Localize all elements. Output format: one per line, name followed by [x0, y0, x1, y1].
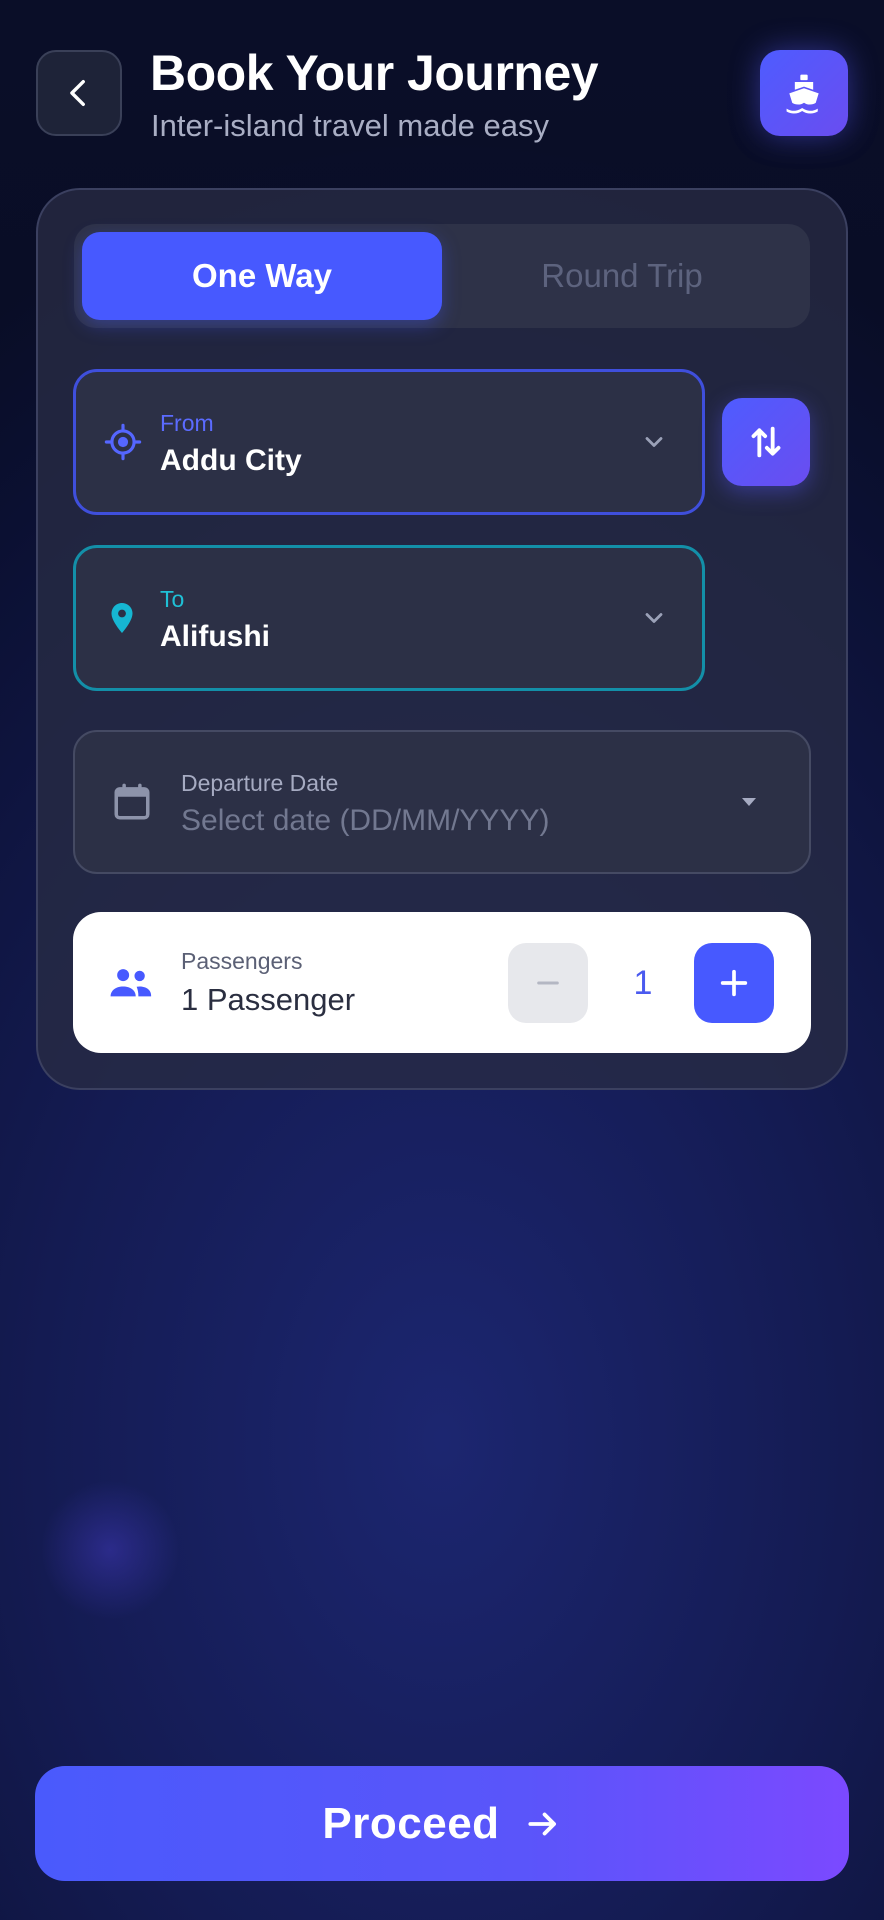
- people-icon: [109, 966, 153, 1000]
- caret-down-icon: [739, 795, 759, 809]
- to-label: To: [160, 586, 185, 612]
- from-select[interactable]: From Addu City: [73, 369, 705, 515]
- proceed-button[interactable]: Proceed: [35, 1766, 849, 1881]
- departure-date-label: Departure Date: [181, 770, 339, 796]
- to-value: Alifushi: [160, 620, 270, 653]
- decrease-passengers-button[interactable]: [508, 943, 588, 1023]
- from-label: From: [160, 410, 214, 436]
- chevron-down-icon: [640, 604, 668, 632]
- passengers-summary: 1 Passenger: [181, 982, 356, 1017]
- gps-target-icon: [104, 423, 142, 461]
- swap-icon: [746, 422, 786, 462]
- back-arrow-icon: [62, 76, 96, 110]
- minus-icon: [532, 967, 564, 999]
- ship-icon: [782, 71, 826, 115]
- ferry-button[interactable]: [760, 50, 848, 136]
- plus-icon: [717, 966, 751, 1000]
- from-value: Addu City: [160, 444, 302, 477]
- calendar-icon: [111, 780, 153, 824]
- location-pin-icon: [104, 599, 140, 637]
- departure-date-placeholder: Select date (DD/MM/YYYY): [181, 804, 550, 837]
- increase-passengers-button[interactable]: [694, 943, 774, 1023]
- swap-locations-button[interactable]: [722, 398, 810, 486]
- tab-one-way[interactable]: One Way: [82, 232, 442, 320]
- page-title: Book Your Journey: [150, 45, 599, 101]
- page-subtitle: Inter-island travel made easy: [151, 108, 550, 143]
- background-orb: [40, 1480, 180, 1620]
- trip-type-toggle: One Way Round Trip: [74, 224, 810, 328]
- passenger-count: 1: [633, 963, 653, 1002]
- to-select[interactable]: To Alifushi: [73, 545, 705, 691]
- chevron-down-icon: [640, 428, 668, 456]
- tab-round-trip[interactable]: Round Trip: [442, 232, 802, 320]
- back-button[interactable]: [36, 50, 122, 136]
- proceed-label: Proceed: [322, 1798, 500, 1848]
- passengers-card: Passengers 1 Passenger 1: [73, 912, 811, 1053]
- departure-date-field[interactable]: Departure Date Select date (DD/MM/YYYY): [73, 730, 811, 874]
- passengers-label: Passengers: [181, 948, 303, 974]
- arrow-right-icon: [524, 1805, 562, 1843]
